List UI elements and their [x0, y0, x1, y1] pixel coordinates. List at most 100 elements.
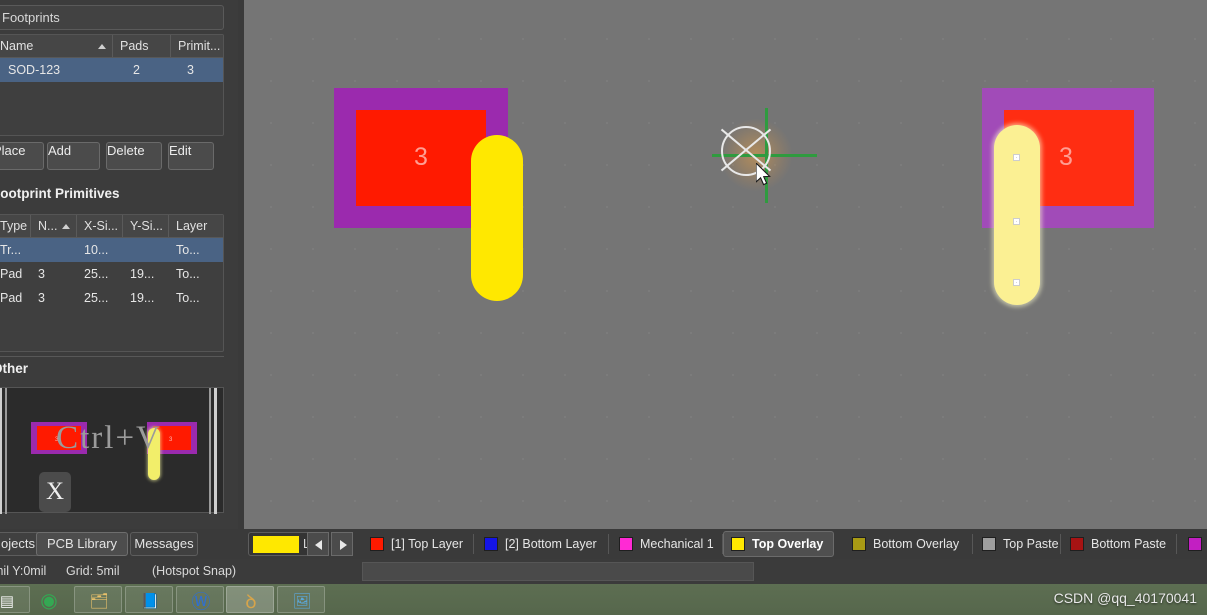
column-y-size[interactable]: Y-Si...	[123, 215, 169, 237]
status-grid: Grid: 5mil	[66, 564, 120, 578]
canvas-grid-dots	[244, 0, 1207, 529]
layer-color-swatch	[852, 537, 866, 551]
selection-handle[interactable]	[1013, 218, 1020, 225]
cell-y-size: 19...	[130, 291, 155, 305]
place-button[interactable]: Place	[0, 142, 44, 170]
column-x-size-label: X-Si...	[84, 219, 119, 233]
chrome-icon: ◉	[40, 590, 58, 612]
layer-color-swatch	[370, 537, 384, 551]
tab-pcb-library[interactable]: PCB Library	[36, 532, 128, 556]
column-primitives[interactable]: Primit...	[171, 35, 223, 57]
selection-handle[interactable]	[1013, 279, 1020, 286]
cell-type: Tr...	[0, 243, 22, 257]
layer-color-swatch	[1070, 537, 1084, 551]
wps-office-button[interactable]: Ⓦ	[176, 586, 224, 613]
wps-office-icon: Ⓦ	[191, 592, 211, 613]
status-coordinates: mil Y:0mil	[0, 564, 47, 578]
delete-button[interactable]: Delete	[106, 142, 162, 170]
photo-viewer-button[interactable]: 🖼	[277, 586, 325, 613]
column-pads[interactable]: Pads	[113, 35, 171, 57]
cell-n: 3	[38, 267, 45, 281]
layer-tab-separator	[473, 534, 474, 554]
layer-tab-next-partial[interactable]	[1180, 531, 1207, 557]
table-row[interactable]: Tr... 10... To...	[0, 238, 223, 262]
photo-viewer-icon: 🖼	[292, 592, 312, 610]
cell-layer: To...	[176, 267, 200, 281]
other-preview-area: 3 3 Ctrl+V X	[0, 387, 224, 514]
column-n-label: N...	[38, 219, 58, 233]
layer-color-swatch	[619, 537, 633, 551]
layer-tab-top-paste[interactable]: Top Paste	[974, 531, 1070, 557]
keystroke-overlay-text: Ctrl+V	[56, 420, 162, 456]
layer-tab-top-overlay[interactable]: Top Overlay	[723, 531, 835, 557]
cell-x-size: 25...	[84, 267, 109, 281]
column-layer-label: Layer	[176, 219, 208, 233]
table-row[interactable]: Pad 3 25... 19... To...	[0, 286, 223, 310]
os-taskbar: ▤ ◉ 🗂 📘 Ⓦ ꝺ 🖼	[0, 584, 1207, 615]
footprints-search-input[interactable]: Footprints	[0, 5, 224, 30]
column-y-size-label: Y-Si...	[130, 219, 163, 233]
layer-tab-separator	[1176, 534, 1177, 554]
primitives-grid-header: Type N... X-Si... Y-Si... Layer	[0, 215, 223, 238]
column-type[interactable]: Type	[0, 215, 31, 237]
notepad-button[interactable]: 📘	[125, 586, 173, 613]
previous-layer-button[interactable]	[307, 532, 329, 556]
column-name[interactable]: Name	[0, 35, 113, 57]
footprint-primitives-title: Footprint Primitives	[0, 186, 120, 201]
cell-layer: To...	[176, 291, 200, 305]
cell-y-size: 19...	[130, 267, 155, 281]
cell-footprint-name: SOD-123	[8, 63, 61, 77]
selection-handle[interactable]	[1013, 154, 1020, 161]
file-explorer-icon: 🗂	[89, 592, 109, 610]
column-layer[interactable]: Layer	[169, 215, 223, 237]
status-progress-well	[362, 562, 754, 581]
layer-tab-separator	[608, 534, 609, 554]
sort-ascending-icon	[98, 44, 106, 49]
notepad-icon: 📘	[140, 592, 160, 610]
panel-divider	[0, 356, 224, 357]
edit-button[interactable]: Edit	[168, 142, 214, 170]
column-primitives-label: Primit...	[178, 39, 221, 53]
footprints-grid-header: Name Pads Primit...	[0, 35, 223, 58]
altium-designer-icon: ꝺ	[245, 591, 257, 613]
layer-tab-mechanical-1[interactable]: Mechanical 1	[611, 531, 725, 557]
layer-tab-label: [2] Bottom Layer	[505, 537, 597, 551]
column-pads-label: Pads	[120, 39, 149, 53]
top-overlay-track-right-selected[interactable]	[994, 125, 1040, 305]
sort-ascending-icon	[62, 224, 70, 229]
layer-tab-separator	[972, 534, 973, 554]
altium-designer-button[interactable]: ꝺ	[226, 586, 274, 613]
layer-tab-bottom-overlay[interactable]: Bottom Overlay	[844, 531, 970, 557]
file-explorer-button[interactable]: 🗂	[74, 586, 122, 613]
watermark: CSDN @qq_40170041	[1053, 590, 1197, 606]
layer-tab-bar: ojects PCB Library Messages LS [1] Top L…	[0, 529, 1207, 559]
layer-tab-label: Bottom Overlay	[873, 537, 960, 551]
footprints-grid[interactable]: Name Pads Primit... SOD-123 2 3	[0, 34, 224, 136]
layer-tab-bottom-paste[interactable]: Bottom Paste	[1062, 531, 1177, 557]
table-row[interactable]: Pad 3 25... 19... To...	[0, 262, 223, 286]
layer-set-color-swatch	[253, 535, 299, 553]
column-x-size[interactable]: X-Si...	[77, 215, 123, 237]
add-button[interactable]: Add	[47, 142, 100, 170]
pcb-editor-canvas[interactable]: 3 3	[244, 0, 1207, 529]
cell-x-size: 25...	[84, 291, 109, 305]
layer-color-swatch	[982, 537, 996, 551]
layer-tab-top-layer[interactable]: [1] Top Layer	[362, 531, 474, 557]
layer-color-swatch	[1188, 537, 1202, 551]
column-n[interactable]: N...	[31, 215, 77, 237]
status-bar: mil Y:0mil Grid: 5mil (Hotspot Snap)	[0, 559, 1207, 584]
footprint-primitives-grid[interactable]: Type N... X-Si... Y-Si... Layer Tr... 10…	[0, 214, 224, 352]
column-type-label: Type	[0, 219, 28, 233]
layer-tab-label: Top Overlay	[752, 537, 824, 551]
key-badge-x: X	[39, 472, 71, 512]
status-snap-mode: (Hotspot Snap)	[152, 564, 237, 578]
top-overlay-track-left[interactable]	[471, 135, 523, 301]
layer-tab-label: Mechanical 1	[640, 537, 714, 551]
cell-type: Pad	[0, 267, 23, 281]
table-row[interactable]: SOD-123 2 3	[0, 58, 223, 82]
altium-pcb-library-window: Footprints Name Pads Primit... SOD-123 2…	[0, 0, 1207, 615]
next-layer-button[interactable]	[331, 532, 353, 556]
chrome-button[interactable]: ◉	[24, 586, 72, 613]
layer-tab-bottom-layer[interactable]: [2] Bottom Layer	[476, 531, 608, 557]
tab-messages[interactable]: Messages	[130, 532, 198, 556]
